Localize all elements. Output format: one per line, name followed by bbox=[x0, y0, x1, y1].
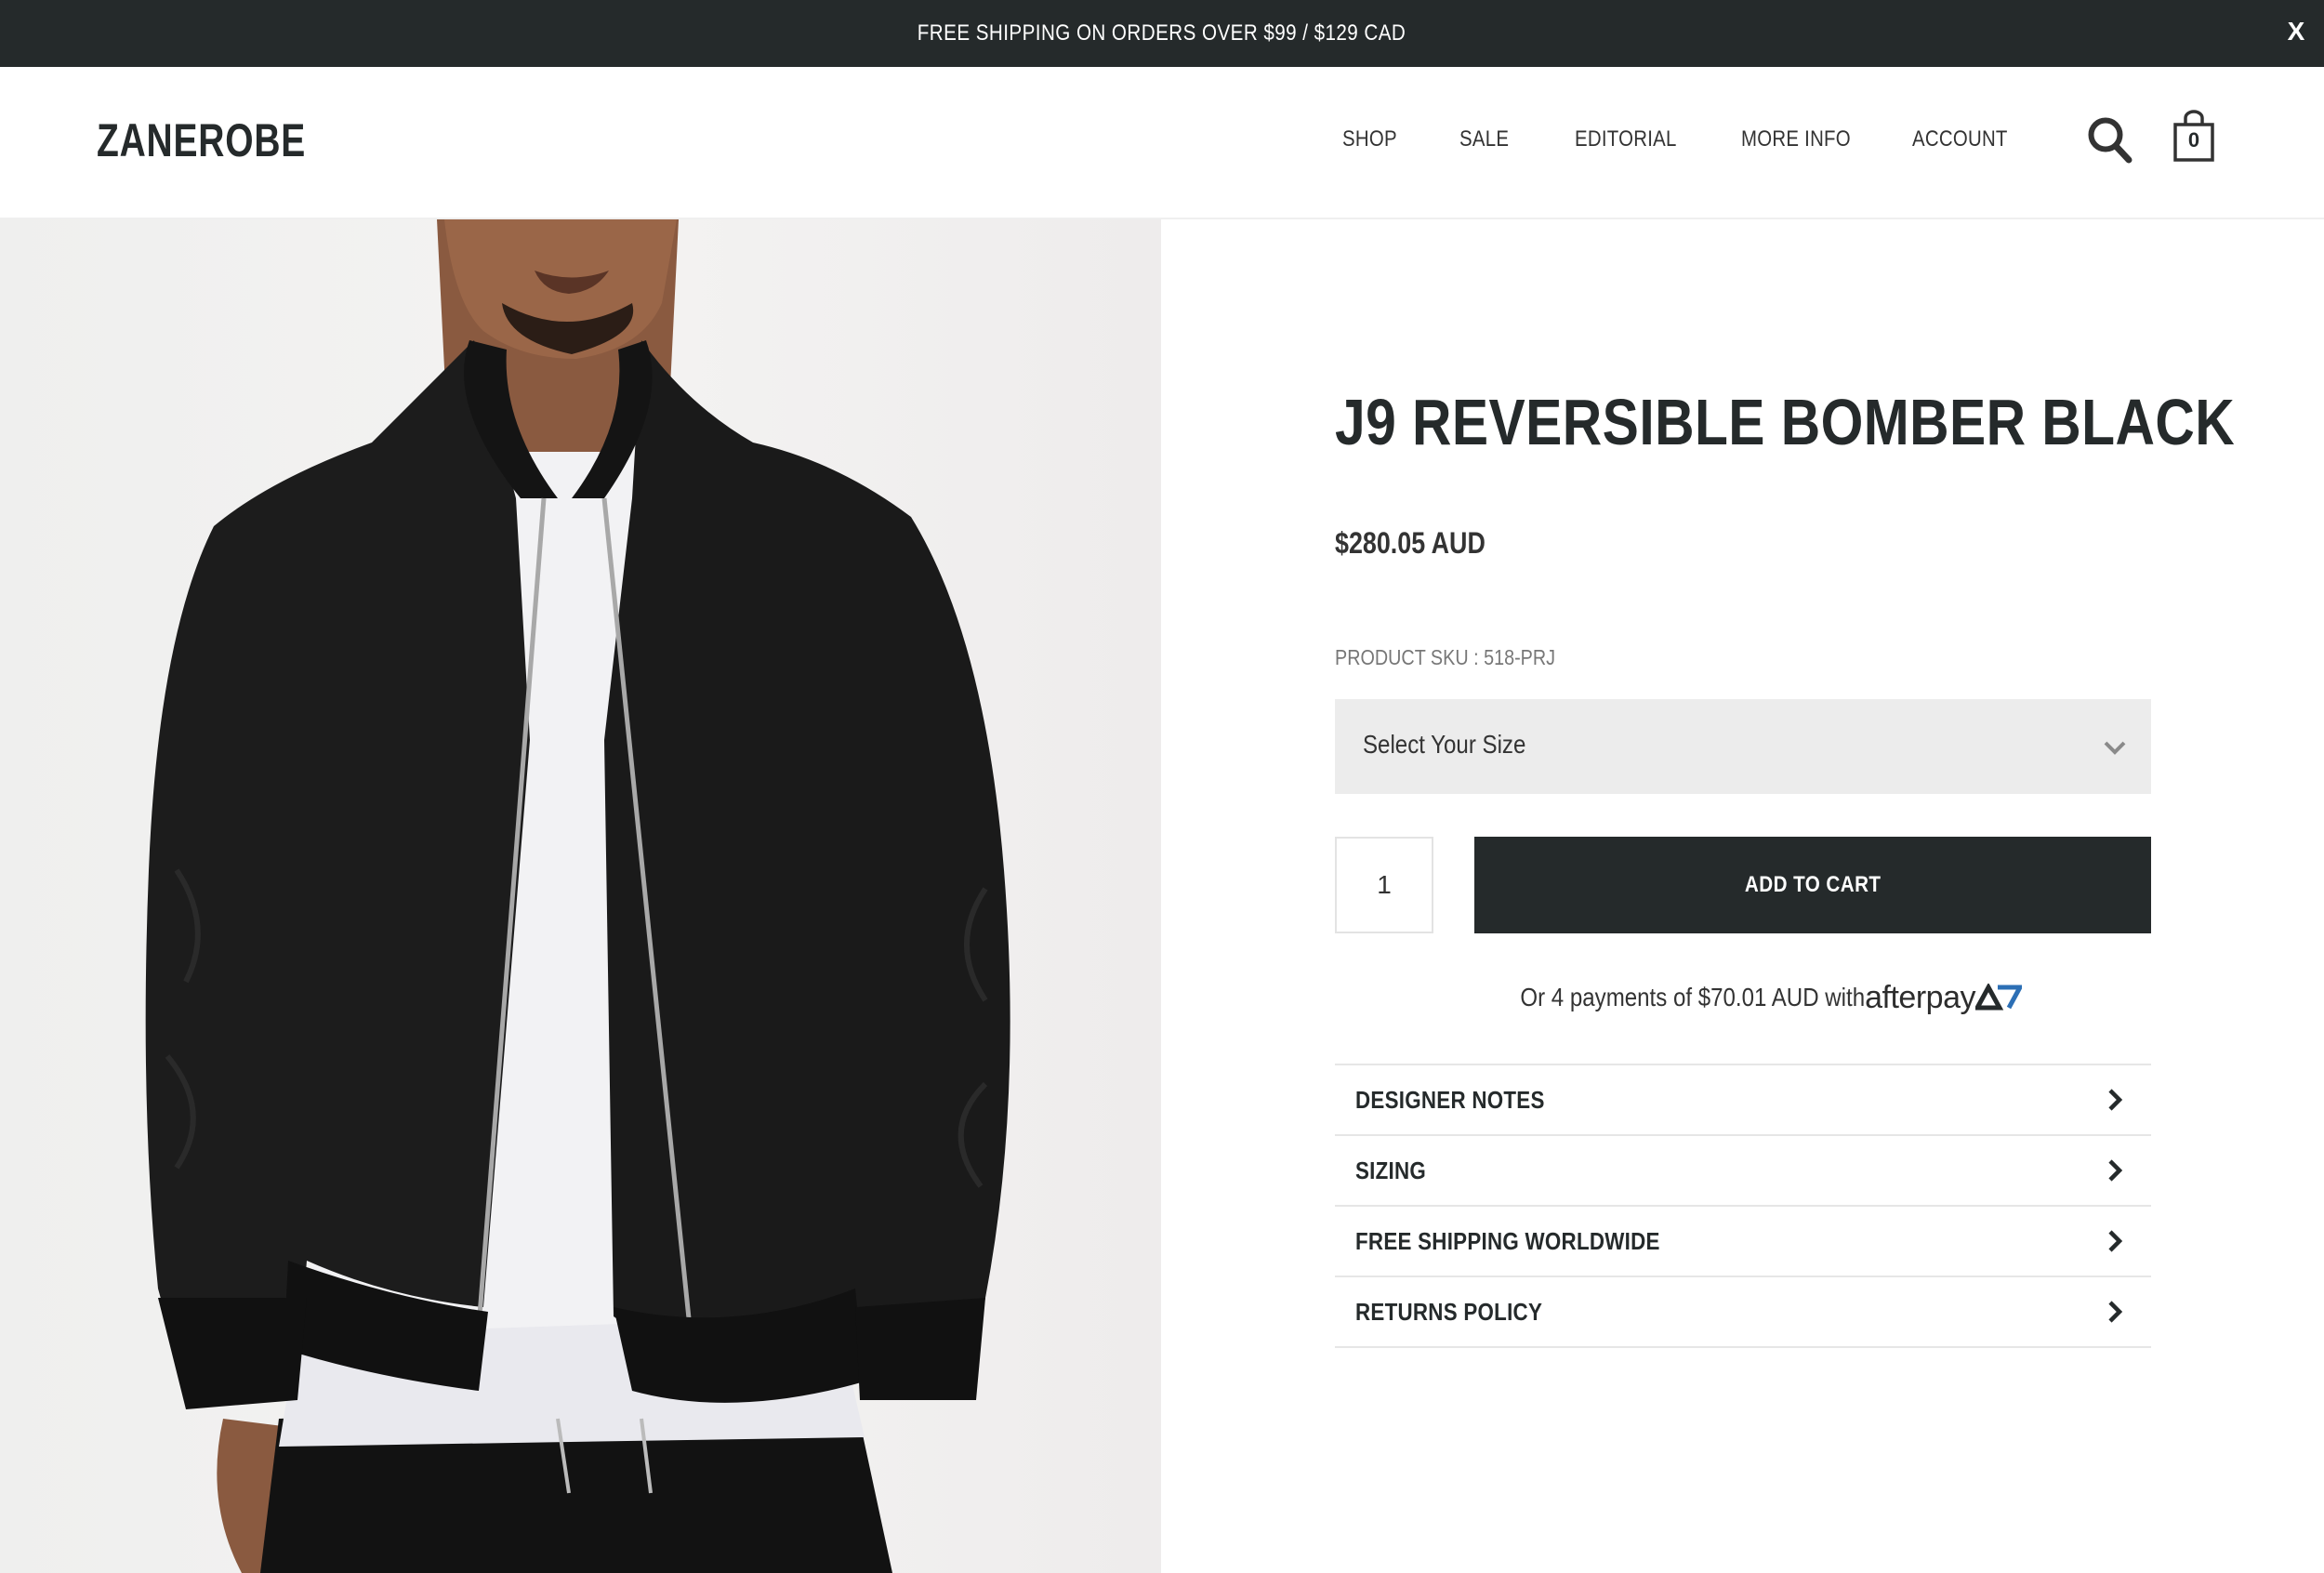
site-logo[interactable]: ZANEROBE bbox=[97, 113, 306, 167]
chevron-right-icon bbox=[2108, 1089, 2123, 1111]
accordion-label: DESIGNER NOTES bbox=[1355, 1086, 1545, 1114]
afterpay-logo-text: afterpay bbox=[1865, 979, 1975, 1015]
product-title: J9 REVERSIBLE BOMBER BLACK bbox=[1335, 386, 2236, 458]
nav-editorial[interactable]: EDITORIAL bbox=[1575, 126, 1677, 152]
afterpay-text: Or 4 payments of $70.01 AUD with bbox=[1520, 983, 1866, 1011]
quantity-input[interactable]: 1 bbox=[1335, 837, 1433, 933]
accordion-free-shipping[interactable]: FREE SHIPPING WORLDWIDE bbox=[1335, 1207, 2151, 1277]
add-to-cart-button[interactable]: ADD TO CART bbox=[1474, 837, 2151, 933]
announcement-text: FREE SHIPPING ON ORDERS OVER $99 / $129 … bbox=[918, 20, 1406, 46]
product-sku: PRODUCT SKU : 518-PRJ bbox=[1335, 645, 1556, 669]
afterpay-message: Or 4 payments of $70.01 AUD with afterpa… bbox=[1335, 974, 2151, 1021]
accordion-designer-notes[interactable]: DESIGNER NOTES bbox=[1335, 1065, 2151, 1136]
chevron-right-icon bbox=[2108, 1230, 2123, 1252]
product-image bbox=[0, 219, 1161, 1573]
accordion-returns-policy[interactable]: RETURNS POLICY bbox=[1335, 1277, 2151, 1348]
site-header: ZANEROBE SHOP SALE EDITORIAL MORE INFO A… bbox=[0, 67, 2324, 219]
product-accordion: DESIGNER NOTES SIZING FREE SHIPPING WORL… bbox=[1335, 1064, 2151, 1348]
product-price: $280.05 AUD bbox=[1335, 526, 1486, 560]
chevron-right-icon bbox=[2108, 1301, 2123, 1323]
accordion-label: FREE SHIPPING WORLDWIDE bbox=[1355, 1227, 1660, 1255]
cart-bag-icon[interactable]: 0 bbox=[2172, 110, 2220, 164]
afterpay-arrows-icon bbox=[1974, 984, 2022, 1011]
afterpay-logo[interactable]: afterpay bbox=[1865, 980, 2022, 1016]
accordion-label: RETURNS POLICY bbox=[1355, 1298, 1543, 1326]
nav-account[interactable]: ACCOUNT bbox=[1912, 126, 2008, 152]
add-to-cart-label: ADD TO CART bbox=[1744, 872, 1882, 897]
close-announcement-button[interactable]: X bbox=[2278, 11, 2315, 52]
nav-more-info[interactable]: MORE INFO bbox=[1741, 126, 1851, 152]
nav-shop[interactable]: SHOP bbox=[1342, 126, 1397, 152]
accordion-label: SIZING bbox=[1355, 1157, 1427, 1184]
accordion-sizing[interactable]: SIZING bbox=[1335, 1136, 2151, 1207]
chevron-down-icon bbox=[2104, 741, 2126, 755]
nav-sale[interactable]: SALE bbox=[1459, 126, 1509, 152]
cart-count: 0 bbox=[2187, 128, 2200, 152]
search-icon[interactable] bbox=[2086, 115, 2134, 165]
size-select[interactable]: Select Your Size bbox=[1335, 699, 2151, 794]
announcement-bar: FREE SHIPPING ON ORDERS OVER $99 / $129 … bbox=[0, 0, 2324, 67]
chevron-right-icon bbox=[2108, 1159, 2123, 1182]
size-select-label: Select Your Size bbox=[1363, 730, 1526, 759]
